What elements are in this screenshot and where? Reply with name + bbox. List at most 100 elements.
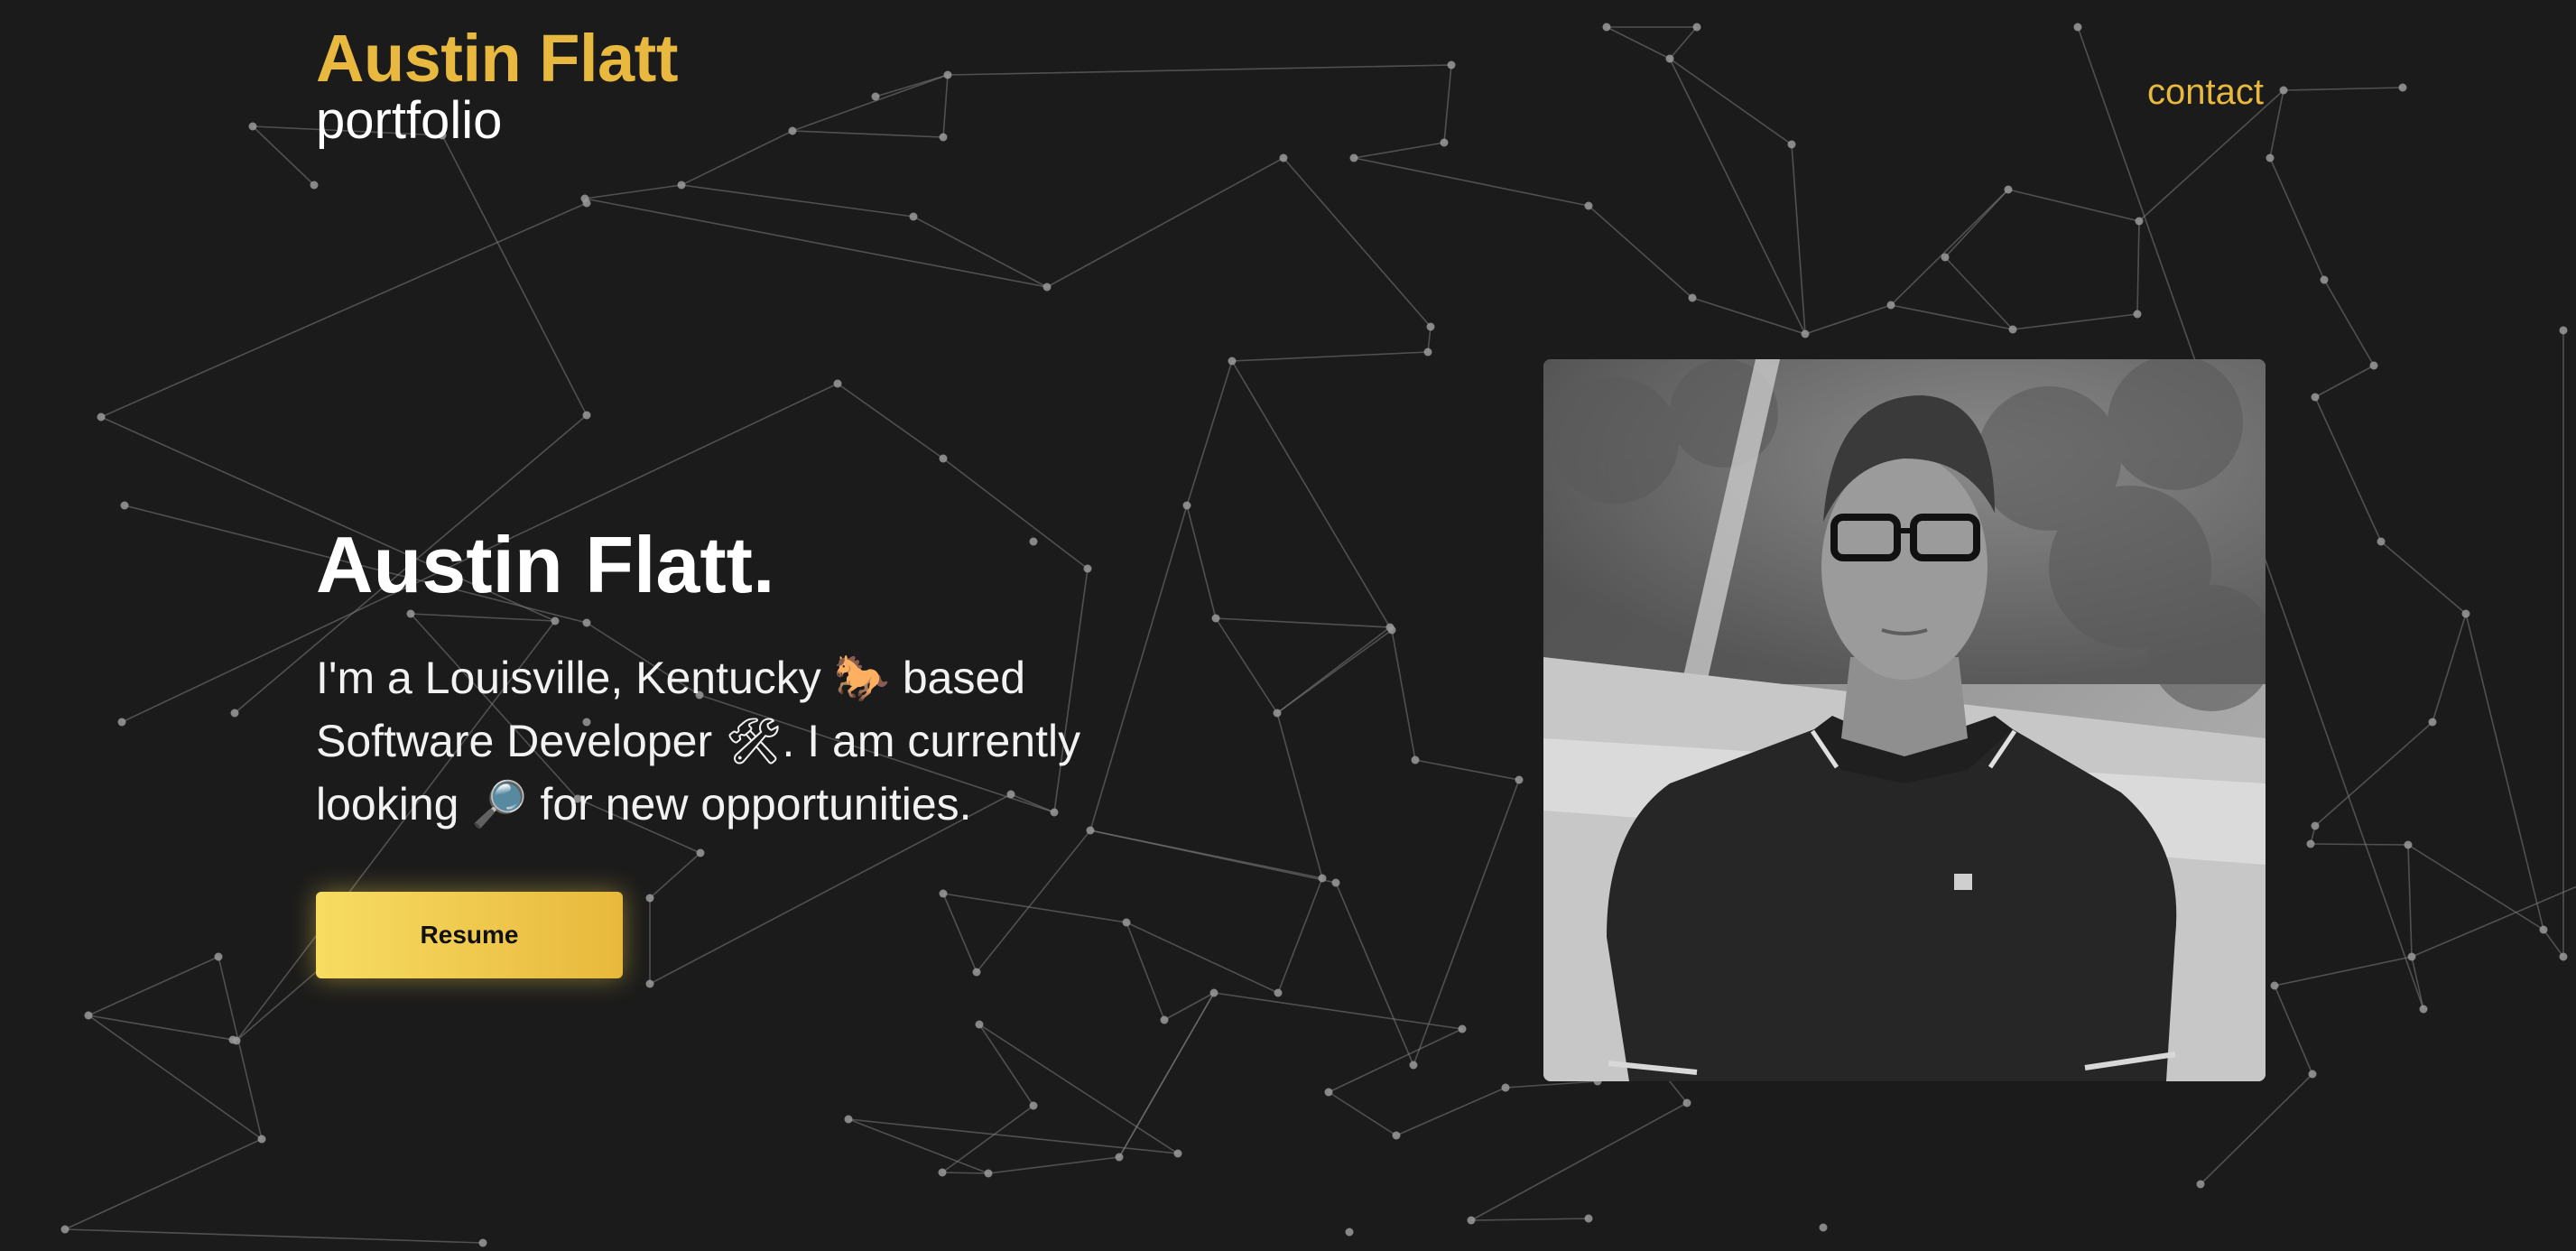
network-line — [1944, 189, 2009, 258]
network-line — [1213, 992, 1463, 1030]
network-line — [100, 202, 588, 418]
network-line — [681, 184, 914, 218]
network-node — [1411, 755, 1420, 764]
network-node — [214, 952, 223, 961]
network-line — [2274, 956, 2413, 987]
network-node — [2539, 925, 2548, 934]
network-node — [84, 1011, 93, 1020]
network-line — [848, 1118, 1179, 1154]
network-node — [1029, 1101, 1038, 1110]
network-line — [941, 1105, 1034, 1173]
network-node — [1228, 357, 1237, 366]
network-line — [1505, 1080, 1598, 1089]
network-line — [2310, 843, 2409, 846]
network-line — [1328, 1028, 1463, 1093]
network-node — [582, 199, 591, 208]
network-node — [248, 122, 257, 131]
network-node — [2311, 821, 2320, 830]
network-line — [942, 893, 1127, 923]
network-node — [2308, 1070, 2317, 1079]
network-line — [1443, 64, 1452, 144]
network-line — [252, 125, 315, 186]
network-line — [1669, 58, 1793, 145]
network-node — [1692, 23, 1701, 32]
network-node — [1819, 1223, 1828, 1232]
network-node — [2008, 325, 2017, 334]
network-node — [1318, 874, 1327, 883]
network-line — [1413, 779, 1520, 1066]
network-node — [310, 181, 319, 190]
network-line — [1231, 351, 1429, 362]
network-node — [2196, 1180, 2205, 1189]
network-line — [681, 130, 793, 186]
network-node — [677, 181, 686, 190]
network-line — [1414, 759, 1520, 781]
site-brand[interactable]: Austin Flatt portfolio — [316, 25, 678, 149]
network-node — [2311, 393, 2320, 402]
network-node — [1501, 1083, 1510, 1092]
network-line — [584, 198, 1048, 288]
network-node — [1042, 283, 1052, 292]
network-line — [1606, 26, 1671, 60]
network-node — [2404, 840, 2413, 849]
network-line — [1215, 617, 1391, 628]
network-line — [88, 956, 219, 1016]
network-line — [2323, 279, 2375, 366]
network-line — [941, 1172, 989, 1174]
resume-button[interactable]: Resume — [316, 892, 623, 978]
network-node — [1409, 1061, 1418, 1070]
network-line — [2432, 613, 2467, 723]
network-node — [1886, 301, 1895, 310]
network-node — [1160, 1015, 1169, 1024]
network-line — [1276, 712, 1323, 879]
network-line — [1395, 1087, 1506, 1136]
network-line — [1791, 144, 1806, 335]
network-node — [1426, 322, 1435, 331]
network-node — [582, 411, 591, 420]
network-line — [64, 1138, 263, 1230]
network-node — [478, 1238, 487, 1247]
network-line — [2136, 220, 2140, 315]
hero-section: Austin Flatt. I'm a Louisville, Kentucky… — [316, 523, 1128, 836]
network-node — [844, 1115, 853, 1124]
network-node — [938, 1168, 947, 1177]
network-node — [2135, 217, 2144, 226]
network-node — [2369, 361, 2378, 370]
network-line — [913, 216, 1048, 288]
brand-name[interactable]: Austin Flatt — [316, 25, 678, 92]
network-line — [2314, 396, 2382, 542]
network-line — [2380, 541, 2467, 615]
network-line — [1691, 297, 1806, 335]
network-node — [2306, 839, 2315, 848]
network-node — [2004, 185, 2013, 194]
hero-description: I'm a Louisville, Kentucky 🐎 based Softw… — [316, 653, 1081, 830]
network-node — [2559, 326, 2568, 335]
network-line — [64, 1228, 484, 1244]
network-node — [909, 212, 918, 221]
network-line — [1890, 304, 2014, 330]
network-node — [1584, 1214, 1593, 1223]
network-node — [1349, 153, 1358, 162]
network-line — [1669, 26, 1698, 60]
network-line — [1089, 829, 1323, 879]
network-node — [1392, 1131, 1401, 1140]
network-node — [1331, 878, 1340, 887]
network-node — [833, 379, 842, 388]
network-node — [1274, 988, 1283, 997]
network-line — [1470, 1218, 1589, 1221]
network-line — [2543, 929, 2564, 958]
network-node — [120, 501, 129, 510]
network-node — [1173, 1149, 1182, 1158]
network-node — [1665, 54, 1674, 63]
network-line — [1890, 189, 2009, 306]
network-node — [1602, 23, 1611, 32]
network-line — [441, 134, 588, 416]
contact-link[interactable]: contact — [2147, 72, 2264, 113]
network-node — [2461, 609, 2470, 618]
network-line — [1804, 304, 1892, 335]
network-node — [984, 1169, 993, 1178]
network-line — [2283, 87, 2404, 91]
network-line — [2314, 365, 2375, 398]
network-node — [788, 126, 797, 135]
network-node — [645, 894, 654, 903]
